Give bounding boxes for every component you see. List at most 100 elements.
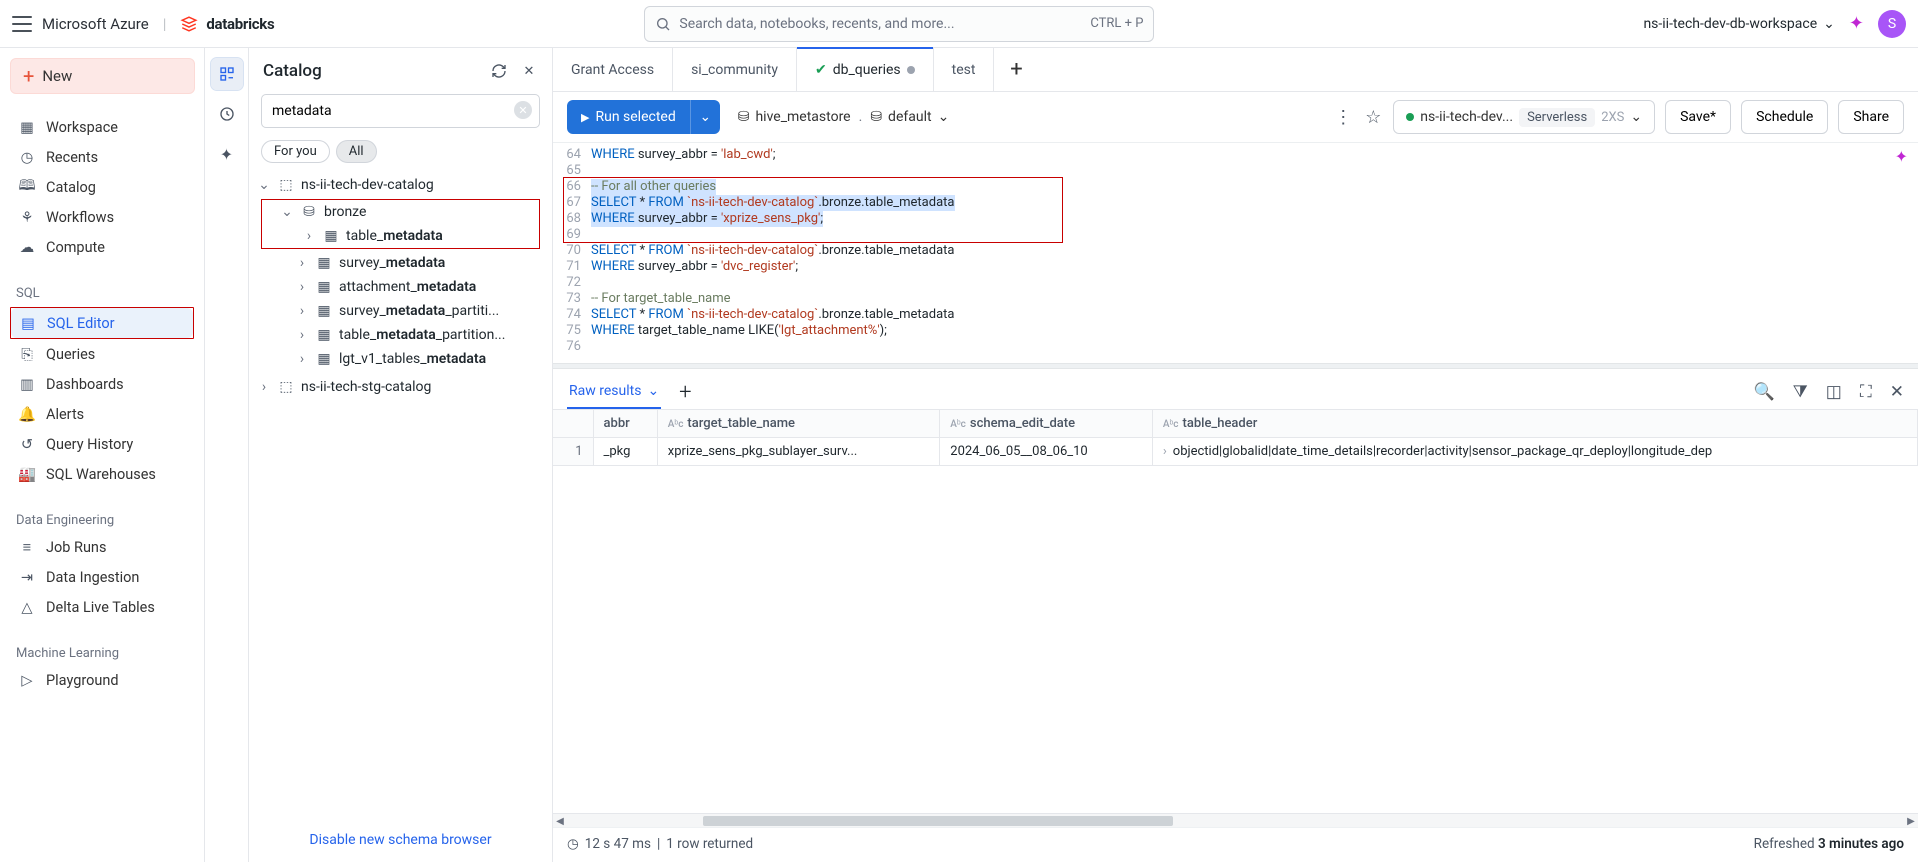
- nav-workspace[interactable]: ▦Workspace: [10, 112, 194, 142]
- nav-job-runs[interactable]: ≡Job Runs: [10, 532, 194, 562]
- tab-grant-access[interactable]: Grant Access: [553, 48, 673, 91]
- host-brand: Microsoft Azure: [42, 15, 149, 33]
- tree-table[interactable]: ›▦ table_metadata_partition...: [255, 323, 546, 347]
- expand-icon[interactable]: ⛶: [1860, 382, 1872, 402]
- code-line[interactable]: 76: [553, 339, 1918, 355]
- code-line[interactable]: 73-- For target_table_name: [553, 291, 1918, 307]
- run-button[interactable]: ▶Run selected: [567, 100, 690, 134]
- tree-table[interactable]: ›▦ lgt_v1_tables_metadata: [255, 347, 546, 371]
- tab-db-queries[interactable]: ✔ db_queries: [797, 48, 934, 91]
- tree-table[interactable]: ›▦ attachment_metadata: [255, 275, 546, 299]
- nav-sql-warehouses[interactable]: 🏭SQL Warehouses: [10, 459, 194, 489]
- strip-sparkle-icon[interactable]: ✦: [211, 138, 243, 170]
- tree-schema-bronze[interactable]: ⌄ ⛁ bronze: [262, 200, 539, 224]
- col-schema-edit: Aᵇcschema_edit_date: [940, 410, 1153, 438]
- nav-sql-editor[interactable]: ▤SQL Editor: [11, 308, 193, 338]
- runs-icon: ≡: [18, 538, 36, 556]
- tree-catalog-other[interactable]: › ⬚ ns-ii-tech-stg-catalog: [255, 375, 546, 399]
- code-line[interactable]: 75WHERE target_table_name LIKE('lgt_atta…: [553, 323, 1918, 339]
- chevron-down-icon: ⌄: [938, 109, 950, 125]
- status-dot-icon: [1406, 113, 1414, 121]
- schedule-button[interactable]: Schedule: [1741, 100, 1828, 134]
- panel-icon[interactable]: ◫: [1826, 382, 1842, 402]
- menu-icon[interactable]: [12, 16, 32, 32]
- tree-table[interactable]: › ▦ table_metadata: [262, 224, 539, 248]
- new-button[interactable]: + New: [10, 58, 195, 94]
- workspace-selector[interactable]: ns-ii-tech-dev-db-workspace ⌄: [1643, 16, 1834, 32]
- results-tab-raw[interactable]: Raw results ⌄: [567, 375, 661, 409]
- disable-schema-browser-link[interactable]: Disable new schema browser: [309, 832, 491, 848]
- code-line[interactable]: 64WHERE survey_abbr = 'lab_cwd';: [553, 147, 1918, 163]
- star-icon[interactable]: ☆: [1363, 107, 1383, 128]
- code-line[interactable]: 65: [553, 163, 1918, 179]
- chevron-right-icon: ›: [295, 255, 309, 271]
- code-line[interactable]: 74SELECT * FROM `ns-ii-tech-dev-catalog`…: [553, 307, 1918, 323]
- search-results-icon[interactable]: 🔍: [1753, 382, 1774, 402]
- scroll-left-icon[interactable]: ◀: [553, 814, 567, 828]
- chevron-right-icon: ›: [295, 279, 309, 295]
- tab-si-community[interactable]: si_community: [673, 48, 797, 91]
- more-icon[interactable]: ⋮: [1333, 107, 1353, 128]
- code-editor[interactable]: 64WHERE survey_abbr = 'lab_cwd';6566-- F…: [553, 143, 1918, 363]
- strip-schema-icon[interactable]: [211, 58, 243, 90]
- save-button[interactable]: Save*: [1665, 100, 1731, 134]
- schema-icon: ⛁: [300, 203, 318, 221]
- code-line[interactable]: 72: [553, 275, 1918, 291]
- chevron-right-icon: ›: [295, 303, 309, 319]
- tree-catalog-root[interactable]: ⌄ ⬚ ns-ii-tech-dev-catalog: [255, 173, 546, 197]
- nav-workflows[interactable]: ⚘Workflows: [10, 202, 194, 232]
- code-line[interactable]: 68WHERE survey_abbr = 'xprize_sens_pkg';: [553, 211, 1918, 227]
- nav-data-ingestion[interactable]: ⇥Data Ingestion: [10, 562, 194, 592]
- scroll-right-icon[interactable]: ▶: [1904, 814, 1918, 828]
- tree-table[interactable]: ›▦ survey_metadata: [255, 251, 546, 275]
- scroll-thumb[interactable]: [703, 816, 1173, 826]
- nav-dashboards[interactable]: ▥Dashboards: [10, 369, 194, 399]
- close-results-icon[interactable]: ✕: [1890, 382, 1904, 402]
- database-selector[interactable]: ⛁hive_metastore . ⛁default ⌄: [738, 109, 950, 125]
- brand: Microsoft Azure | databricks: [42, 15, 274, 33]
- nav-catalog[interactable]: 🕮Catalog: [10, 172, 194, 202]
- nav-delta-live[interactable]: △Delta Live Tables: [10, 592, 194, 622]
- pill-for-you[interactable]: For you: [261, 140, 330, 163]
- compute-selector[interactable]: ns-ii-tech-dev... Serverless 2XS ⌄: [1393, 100, 1655, 134]
- code-line[interactable]: 71WHERE survey_abbr = 'dvc_register';: [553, 259, 1918, 275]
- results-table[interactable]: abbr Aᵇctarget_table_name Aᵇcschema_edit…: [553, 409, 1918, 813]
- results-scrollbar[interactable]: ◀ ▶: [553, 813, 1918, 827]
- catalog-search[interactable]: ✕: [261, 94, 540, 128]
- pill-all[interactable]: All: [336, 140, 377, 163]
- nav-recents[interactable]: ◷Recents: [10, 142, 194, 172]
- tree-table[interactable]: ›▦ survey_metadata_partiti...: [255, 299, 546, 323]
- code-line[interactable]: 67SELECT * FROM `ns-ii-tech-dev-catalog`…: [553, 195, 1918, 211]
- add-results-tab-button[interactable]: +: [679, 380, 691, 405]
- clear-search-icon[interactable]: ✕: [514, 101, 532, 119]
- catalog-search-input[interactable]: [261, 94, 540, 128]
- avatar[interactable]: S: [1878, 10, 1906, 38]
- nav-queries[interactable]: ⎘Queries: [10, 339, 194, 369]
- code-line[interactable]: 69: [553, 227, 1918, 243]
- chevron-down-icon: ⌄: [647, 383, 659, 399]
- code-line[interactable]: 66-- For all other queries: [553, 179, 1918, 195]
- nav-query-history[interactable]: ↺Query History: [10, 429, 194, 459]
- add-tab-button[interactable]: +: [1000, 54, 1032, 86]
- database-icon: ⛁: [738, 109, 750, 125]
- ai-sparkle-icon[interactable]: ✦: [1895, 147, 1908, 166]
- chevron-down-icon: ⌄: [1823, 16, 1835, 32]
- delta-icon: △: [18, 598, 36, 616]
- run-dropdown-button[interactable]: ⌄: [690, 100, 720, 134]
- nav-alerts[interactable]: 🔔Alerts: [10, 399, 194, 429]
- nav-compute[interactable]: ☁Compute: [10, 232, 194, 262]
- share-button[interactable]: Share: [1838, 100, 1904, 134]
- product-brand: databricks: [206, 15, 274, 33]
- table-row[interactable]: 1 _pkg xprize_sens_pkg_sublayer_surv... …: [553, 438, 1918, 466]
- strip-history-icon[interactable]: [211, 98, 243, 130]
- tab-test[interactable]: test: [934, 48, 995, 91]
- expand-cell-icon[interactable]: ›: [1163, 444, 1167, 459]
- refresh-icon[interactable]: [488, 60, 510, 82]
- nav-playground[interactable]: ▷Playground: [10, 665, 194, 695]
- assistant-icon[interactable]: ✦: [1849, 13, 1864, 34]
- code-line[interactable]: 70SELECT * FROM `ns-ii-tech-dev-catalog`…: [553, 243, 1918, 259]
- history-icon: ↺: [18, 435, 36, 453]
- close-icon[interactable]: ✕: [518, 60, 540, 82]
- global-search[interactable]: Search data, notebooks, recents, and mor…: [644, 6, 1154, 42]
- filter-icon[interactable]: ⧩: [1793, 382, 1808, 402]
